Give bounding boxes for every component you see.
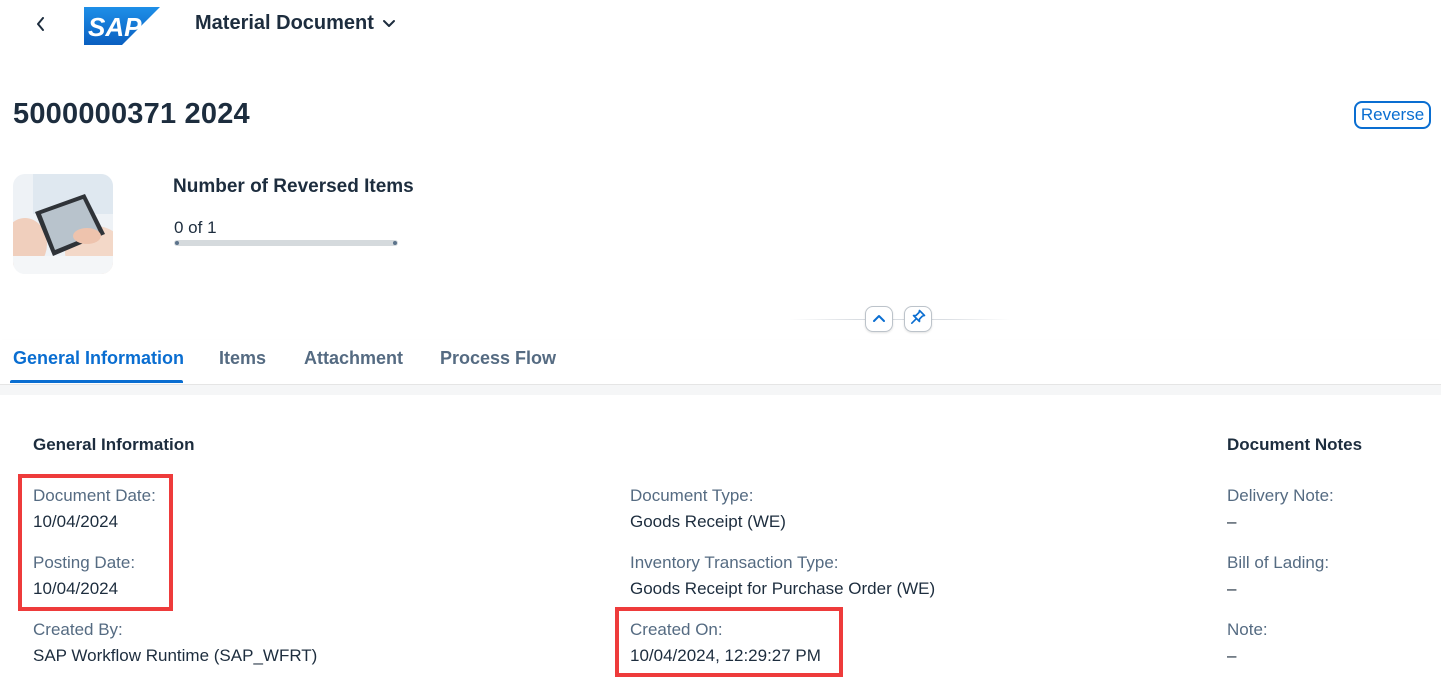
collapse-header-button[interactable] (865, 306, 893, 332)
section-title-general-information: General Information (33, 435, 195, 454)
progress-end-dot (393, 241, 397, 245)
highlight-box-created-on (615, 607, 843, 677)
object-title: 5000000371 2024 (13, 98, 250, 130)
document-type-value: Goods Receipt (WE) (630, 512, 786, 531)
note-value: – (1227, 646, 1237, 665)
created-by-value: SAP Workflow Runtime (SAP_WFRT) (33, 646, 318, 665)
delivery-note-value: – (1227, 512, 1237, 531)
document-type-label: Document Type: (630, 486, 754, 505)
app-title: Material Document (195, 12, 374, 34)
tab-process-flow[interactable]: Process Flow (440, 348, 556, 369)
chevron-left-icon (35, 16, 47, 36)
reverse-button[interactable]: Reverse (1354, 101, 1431, 129)
tab-general-information[interactable]: General Information (13, 348, 184, 369)
header-divider (790, 319, 1010, 320)
delivery-note-label: Delivery Note: (1227, 486, 1334, 505)
object-image (13, 174, 113, 274)
kpi-label: Number of Reversed Items (173, 176, 414, 197)
progress-bar (174, 240, 398, 246)
inventory-transaction-type-value: Goods Receipt for Purchase Order (WE) (630, 579, 936, 598)
inventory-transaction-type-label: Inventory Transaction Type: (630, 553, 839, 572)
chevron-down-icon (382, 12, 396, 35)
progress-text: 0 of 1 (174, 218, 217, 237)
tab-bar: General Information Items Attachment Pro… (0, 340, 1441, 385)
tab-items[interactable]: Items (219, 348, 266, 369)
bill-of-lading-label: Bill of Lading: (1227, 553, 1330, 572)
progress-start-dot (175, 241, 179, 245)
app-title-menu[interactable]: Material Document (195, 12, 396, 35)
note-label: Note: (1227, 620, 1268, 639)
section-title-document-notes: Document Notes (1227, 435, 1363, 454)
created-by-label: Created By: (33, 620, 123, 639)
pin-icon (910, 309, 926, 330)
tab-attachment[interactable]: Attachment (304, 348, 403, 369)
pin-header-button[interactable] (904, 306, 932, 332)
active-tab-indicator (10, 380, 183, 383)
chevron-up-icon (872, 310, 886, 328)
back-button[interactable] (26, 10, 56, 42)
bill-of-lading-value: – (1227, 579, 1237, 598)
logo-text: SAP (88, 12, 142, 42)
section-separator (0, 385, 1441, 395)
sap-logo: SAP (84, 7, 160, 45)
highlight-box-dates (18, 474, 173, 611)
